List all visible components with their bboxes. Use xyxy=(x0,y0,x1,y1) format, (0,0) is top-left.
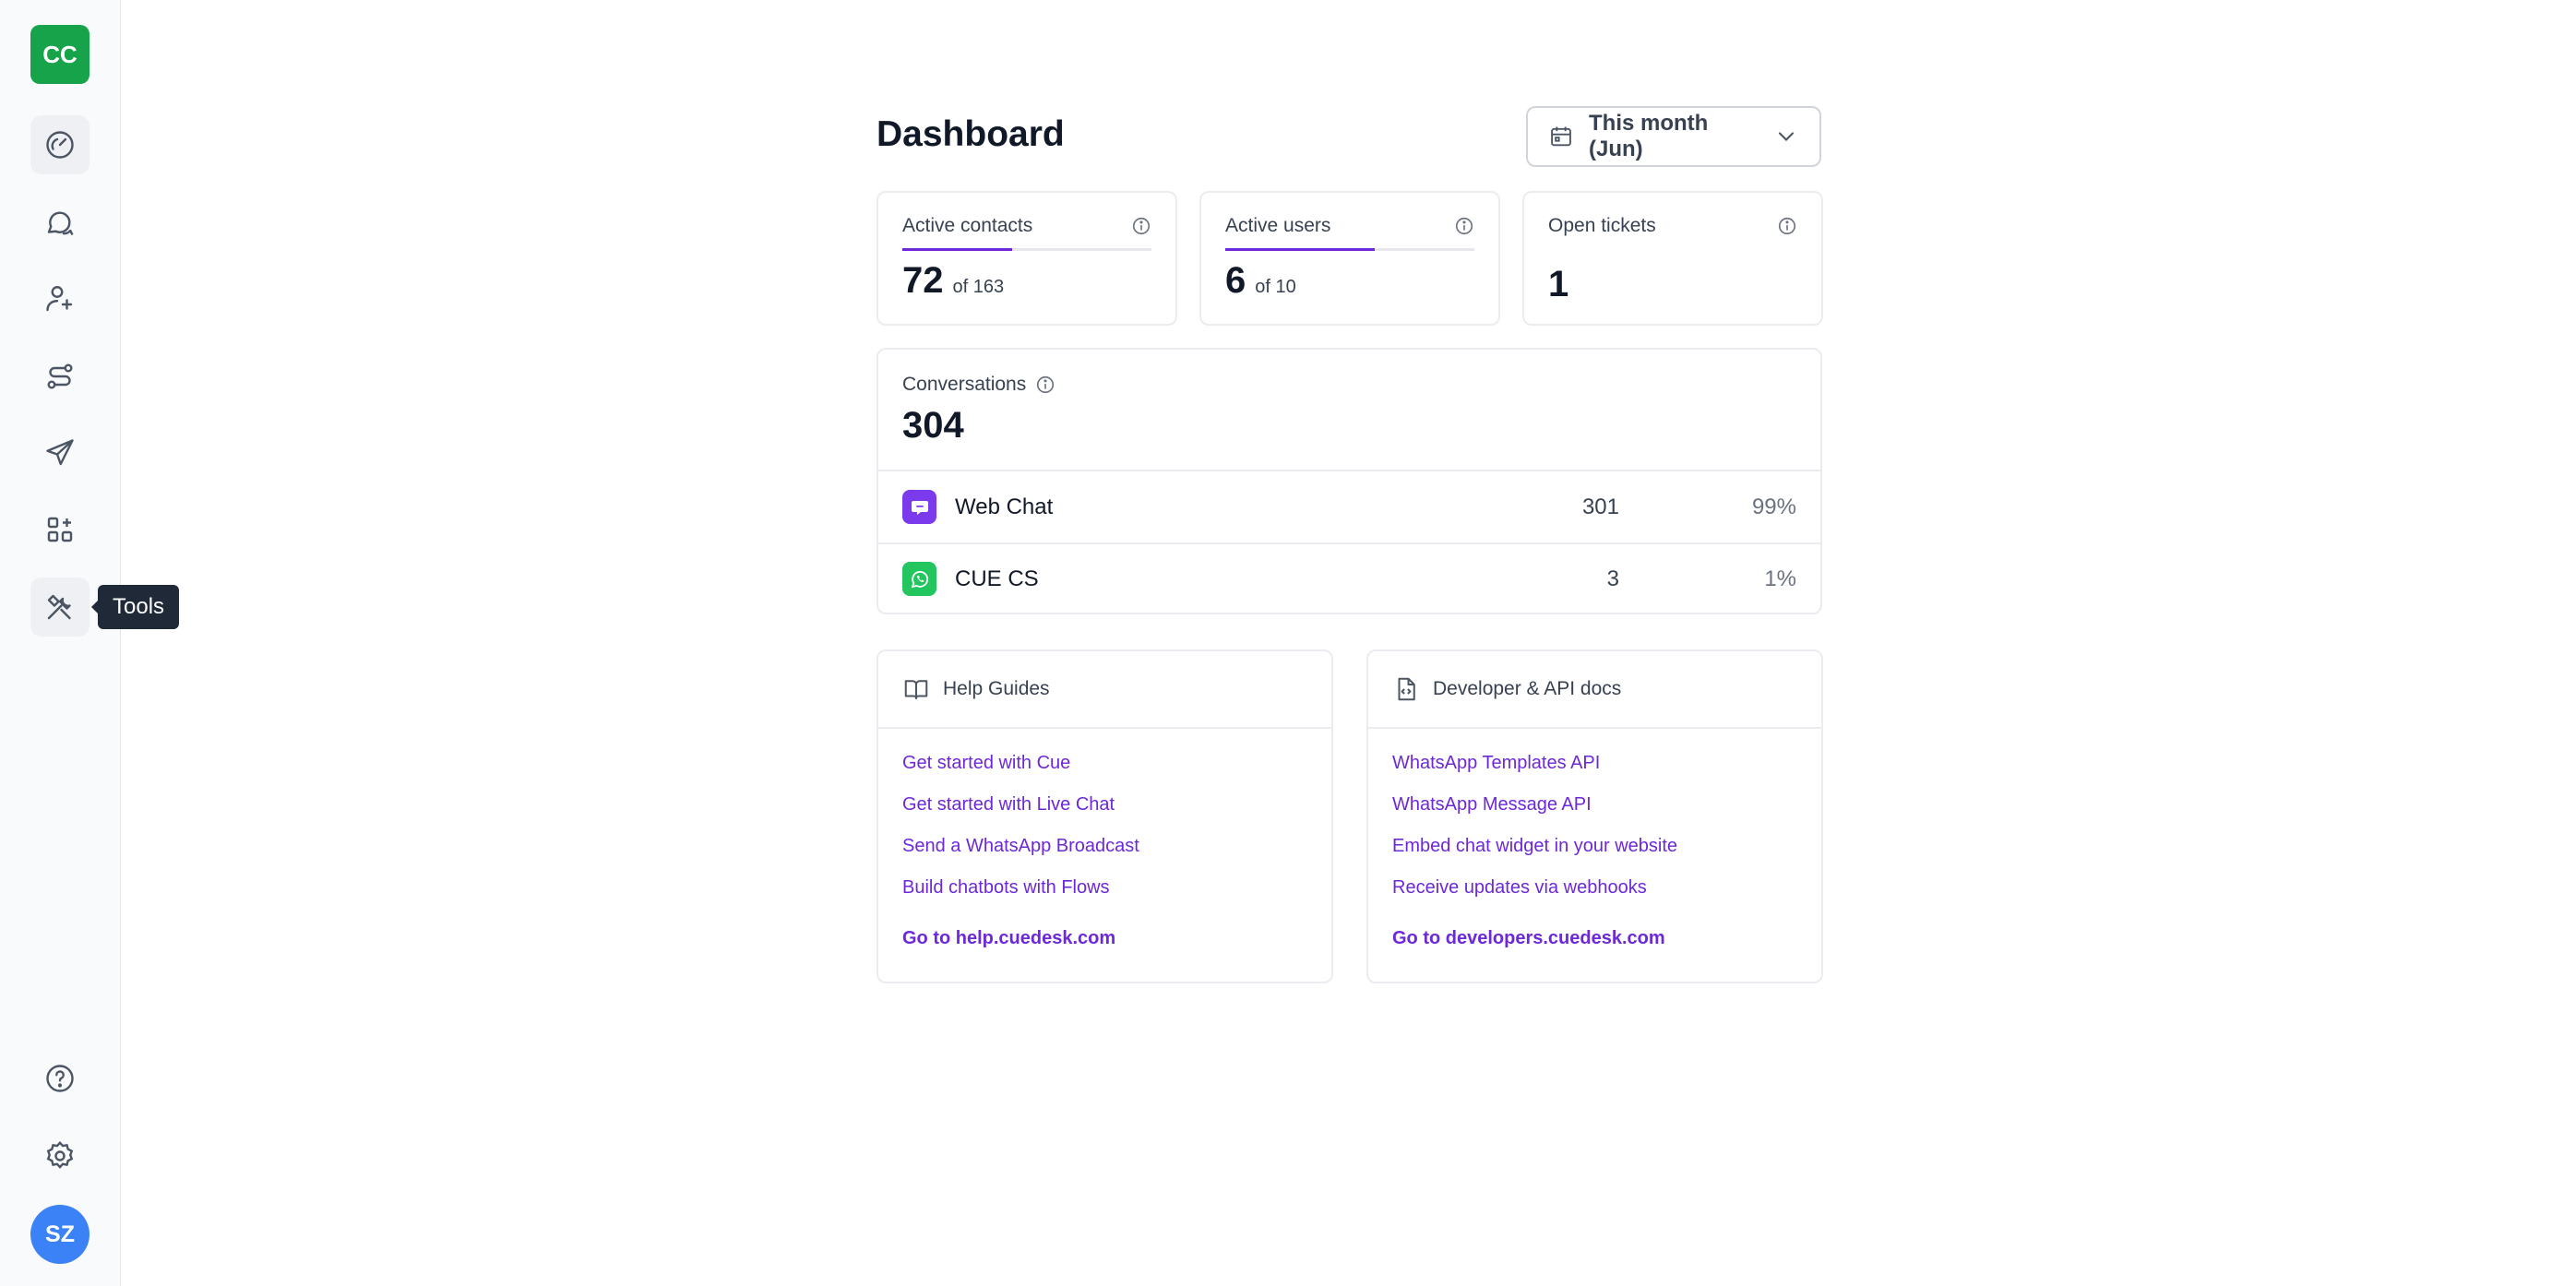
apps-grid-icon xyxy=(47,517,73,542)
nav-tools[interactable] xyxy=(30,578,89,637)
gauge-icon xyxy=(46,131,74,159)
date-range-select[interactable]: This month (Jun) xyxy=(1526,106,1821,167)
conversations-total: 304 xyxy=(902,405,964,446)
open-tickets-label: Open tickets xyxy=(1548,215,1656,236)
open-tickets-value: 1 xyxy=(1548,264,1569,304)
gear-icon xyxy=(46,1140,74,1169)
docs-link[interactable]: Receive updates via webhooks xyxy=(1392,877,1797,919)
active-contacts-total: of 163 xyxy=(952,277,1005,297)
nav-broadcasts[interactable] xyxy=(30,423,89,482)
channel-row-web-chat: Web Chat 301 99% xyxy=(878,471,1820,542)
calendar-icon xyxy=(1551,126,1571,147)
active-users-label: Active users xyxy=(1225,215,1331,236)
book-open-icon xyxy=(904,680,928,699)
nav-dashboard[interactable] xyxy=(30,115,89,174)
help-site-link[interactable]: Go to help.cuedesk.com xyxy=(902,928,1307,949)
channel-count: 301 xyxy=(1581,494,1619,519)
help-link[interactable]: Build chatbots with Flows xyxy=(902,877,1307,919)
help-guides-title: Help Guides xyxy=(943,678,1050,699)
developer-docs-title: Developer & API docs xyxy=(1433,678,1622,699)
help-link[interactable]: Send a WhatsApp Broadcast xyxy=(902,836,1307,877)
code-file-icon xyxy=(1398,677,1415,701)
info-icon[interactable] xyxy=(1035,375,1055,395)
active-users-card: Active users 6 of 10 xyxy=(1199,191,1500,326)
nav-contacts[interactable] xyxy=(30,269,89,328)
send-icon xyxy=(46,439,74,466)
user-avatar[interactable]: SZ xyxy=(30,1205,89,1264)
active-users-progress xyxy=(1225,248,1474,251)
open-tickets-card: Open tickets 1 xyxy=(1522,191,1823,326)
chat-bubbles-icon xyxy=(47,211,74,236)
channel-name: Web Chat xyxy=(955,494,1054,519)
docs-link[interactable]: WhatsApp Templates API xyxy=(1392,753,1797,794)
chevron-down-icon xyxy=(1778,132,1795,141)
developer-docs-card: Developer & API docs WhatsApp Templates … xyxy=(1366,649,1823,983)
docs-link[interactable]: Embed chat widget in your website xyxy=(1392,836,1797,877)
help-link[interactable]: Get started with Cue xyxy=(902,753,1307,794)
active-users-total: of 10 xyxy=(1255,277,1296,297)
docs-link[interactable]: WhatsApp Message API xyxy=(1392,794,1797,836)
nav-tooltip: Tools xyxy=(90,585,180,629)
nav-flows[interactable] xyxy=(30,347,89,406)
nav-help[interactable] xyxy=(30,1049,89,1108)
nav-integrations[interactable] xyxy=(30,500,89,559)
conversations-card: Conversations 304 Web Chat 301 99% CUE C… xyxy=(877,348,1822,614)
active-users-value: 6 xyxy=(1225,260,1246,301)
channel-name: CUE CS xyxy=(955,566,1039,591)
sidebar: CC Tools SZ xyxy=(0,0,180,1286)
tools-icon xyxy=(47,594,71,620)
user-sparkle-icon xyxy=(46,286,73,312)
active-contacts-value: 72 xyxy=(902,260,944,301)
channel-percent: 1% xyxy=(1764,566,1796,591)
active-contacts-card: Active contacts 72 of 163 xyxy=(877,191,1177,326)
page-title: Dashboard xyxy=(877,114,1065,154)
help-link[interactable]: Get started with Live Chat xyxy=(902,794,1307,836)
nav-conversations[interactable] xyxy=(30,193,89,252)
date-range-label: This month (Jun) xyxy=(1589,111,1709,161)
conversations-label: Conversations xyxy=(902,374,1027,395)
channel-count: 3 xyxy=(1606,566,1619,591)
info-icon[interactable] xyxy=(1454,216,1474,236)
active-contacts-label: Active contacts xyxy=(902,215,1033,236)
help-guides-card: Help Guides Get started with Cue Get sta… xyxy=(877,649,1333,983)
nav-settings[interactable] xyxy=(30,1126,89,1185)
webchat-icon xyxy=(902,490,936,524)
channel-row-cue-cs: CUE CS 3 1% xyxy=(878,542,1820,613)
workspace-badge[interactable]: CC xyxy=(30,25,89,84)
route-icon xyxy=(47,363,73,389)
active-contacts-progress xyxy=(902,248,1151,251)
info-icon[interactable] xyxy=(1131,216,1151,236)
channel-percent: 99% xyxy=(1751,494,1796,519)
info-icon[interactable] xyxy=(1777,216,1797,236)
help-circle-icon xyxy=(46,1065,74,1092)
developers-site-link[interactable]: Go to developers.cuedesk.com xyxy=(1392,928,1797,949)
whatsapp-icon xyxy=(902,562,936,596)
